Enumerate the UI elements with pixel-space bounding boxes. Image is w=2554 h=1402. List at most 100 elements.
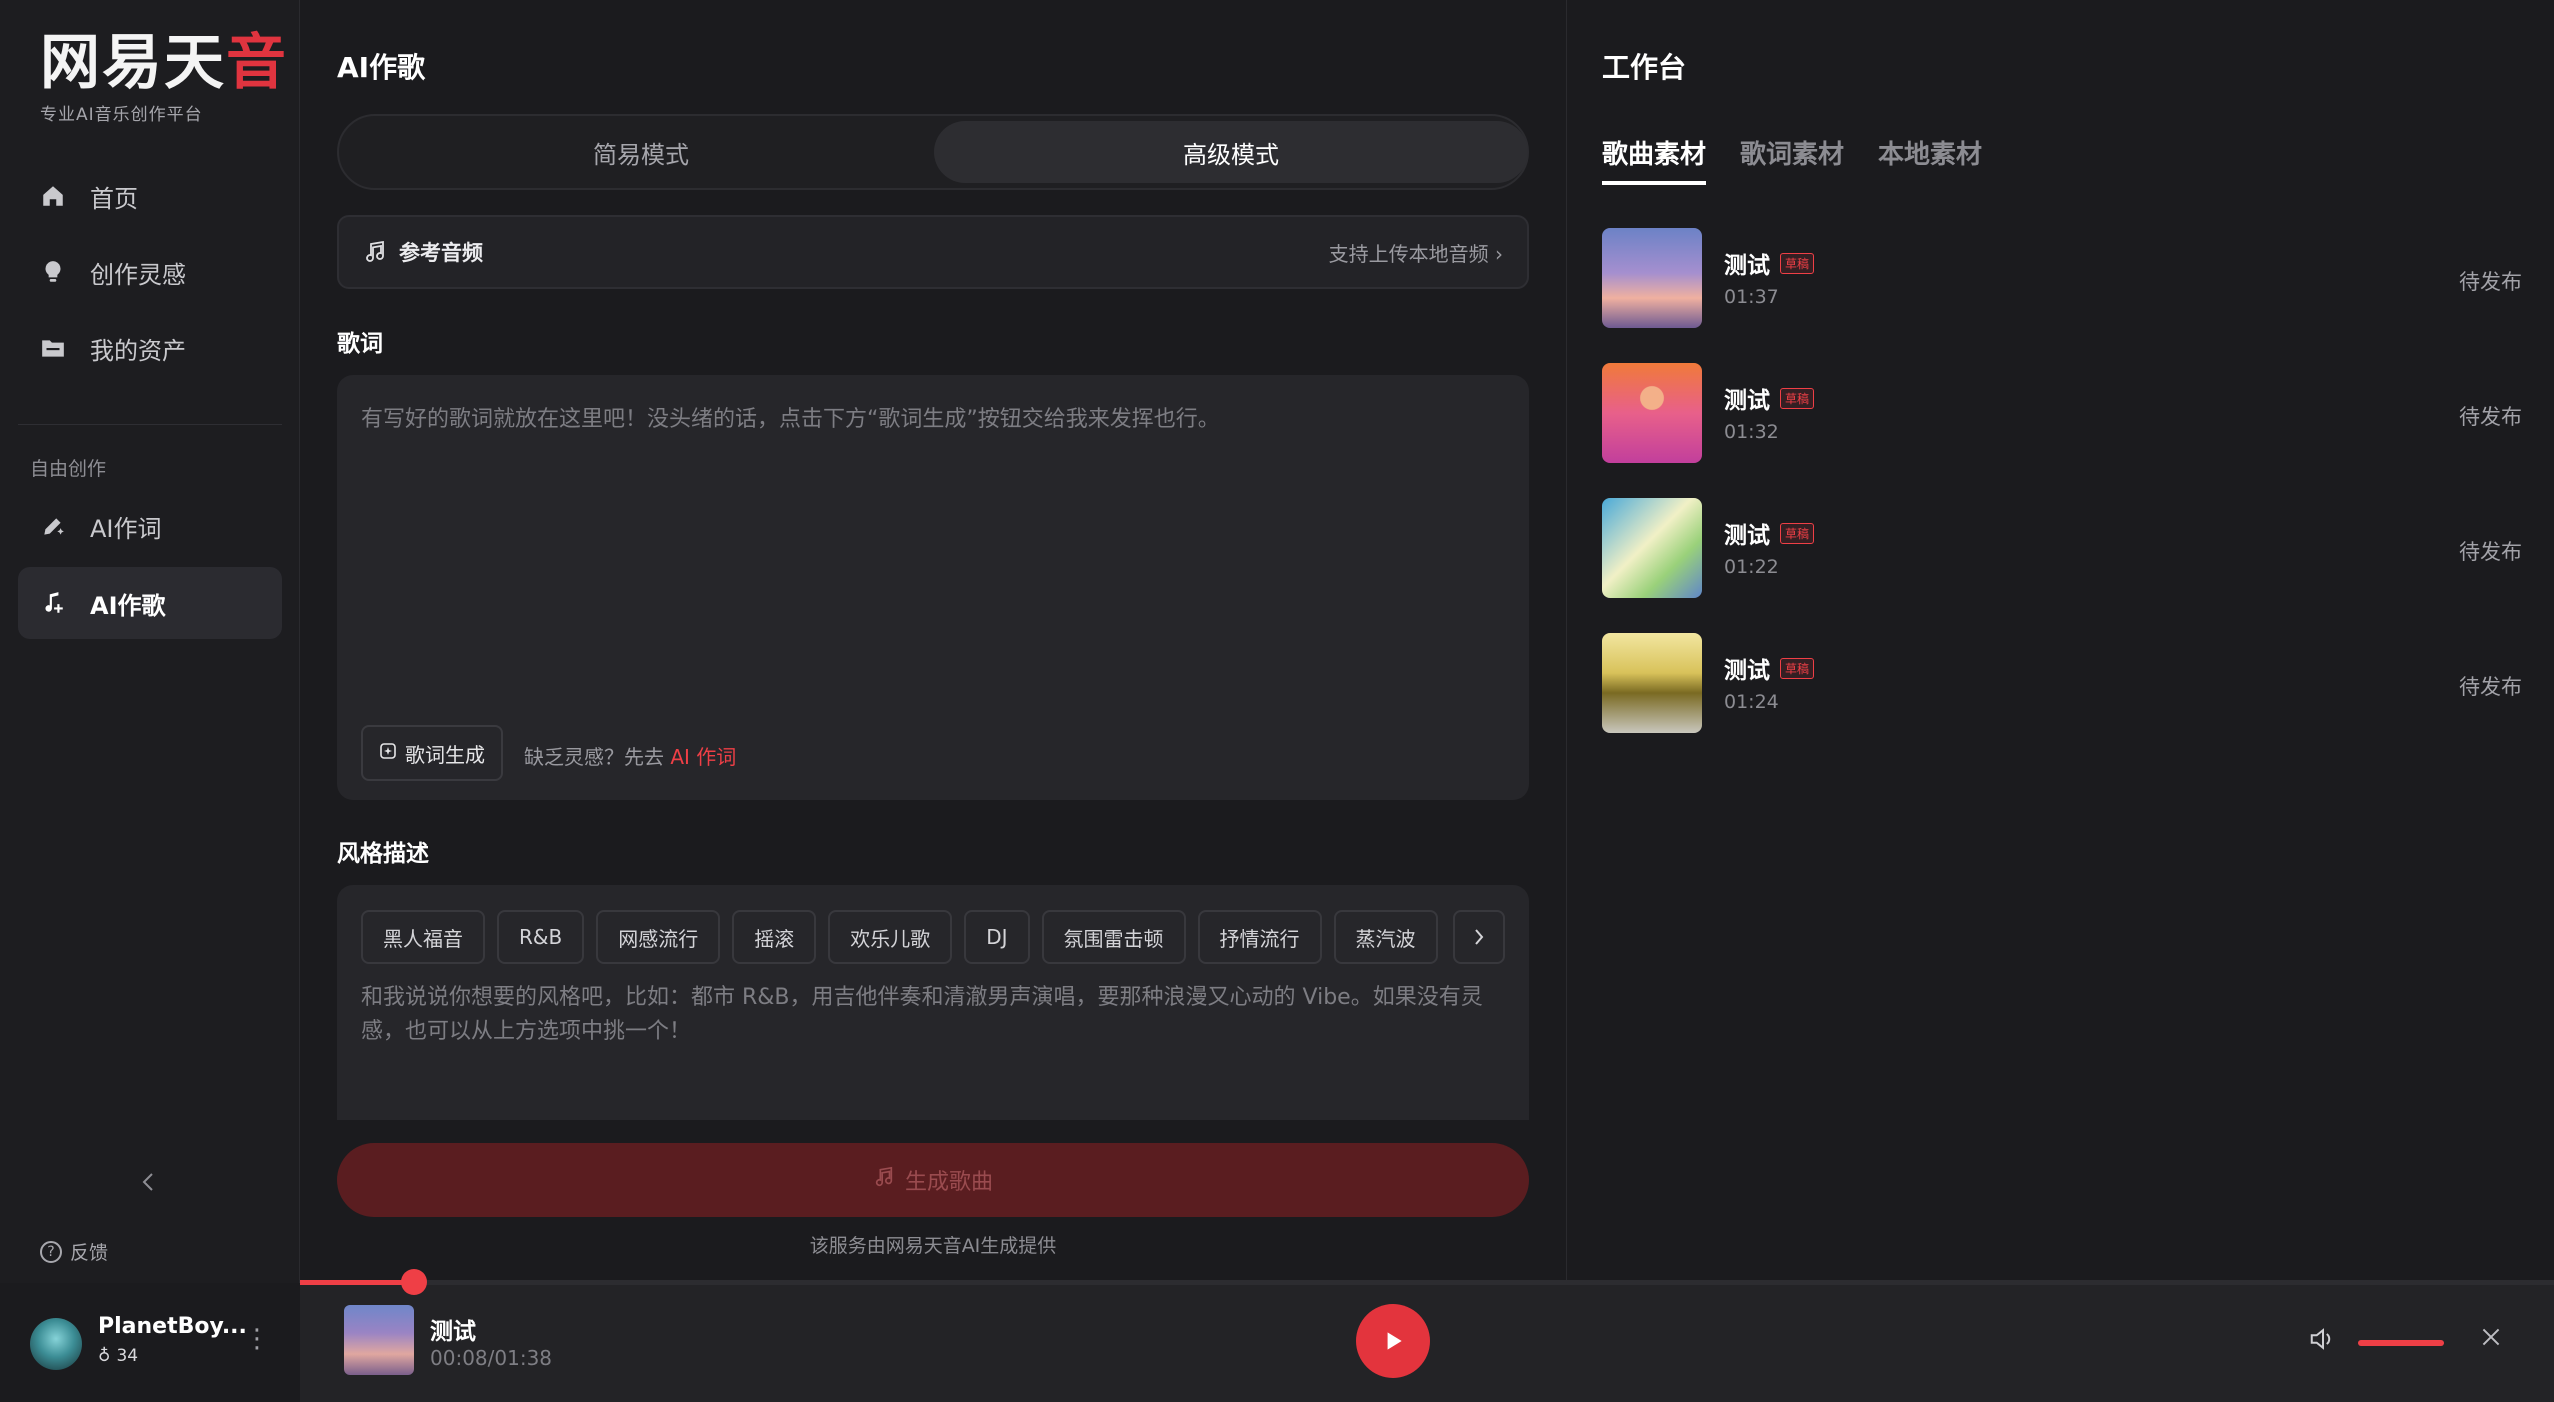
style-chip[interactable]: 欢乐儿歌 <box>828 910 953 964</box>
chevron-right-icon: › <box>1495 241 1503 266</box>
player-bar: 测试 00:08/01:38 <box>300 1283 2554 1402</box>
lyrics-title: 歌词 <box>337 331 383 357</box>
workspace-title: 工作台 <box>1602 51 1687 84</box>
folder-icon <box>38 333 68 363</box>
user-profile[interactable]: PlanetBoy... ♁ 34 ⋮ <box>0 1300 300 1400</box>
tab-song-materials[interactable]: 歌曲素材 <box>1602 134 1707 185</box>
chevron-left-icon <box>142 1173 153 1191</box>
style-chip[interactable]: 黑人福音 <box>361 910 485 964</box>
style-chip-list: 黑人福音 R&B 网感流行 摇滚 欢乐儿歌 DJ 氛围雷击顿 抒情流行 蒸汽波 <box>361 910 1505 964</box>
song-item[interactable]: 测试 草稿 01:24 待发布 <box>1602 633 2522 733</box>
mode-switch: 简易模式 高级模式 <box>337 114 1529 190</box>
style-chip[interactable]: 网感流行 <box>596 910 721 964</box>
play-icon <box>1387 1332 1402 1350</box>
song-title-row: 测试 草稿 <box>1724 651 1815 685</box>
lyrics-hint-text: 缺乏灵感？先去 <box>524 745 664 769</box>
player-time: 00:08/01:38 <box>430 1346 553 1370</box>
tab-advanced-mode[interactable]: 高级模式 <box>934 121 1528 183</box>
nav-item-ai-song[interactable]: AI作歌 <box>18 567 282 639</box>
brand-logo[interactable]: 网易天音 专业AI音乐创作平台 <box>40 30 288 125</box>
more-options-icon[interactable]: ⋮ <box>244 1324 270 1354</box>
song-status: 待发布 <box>2459 540 2522 564</box>
user-points: ♁ 34 <box>98 1346 138 1366</box>
song-item[interactable]: 测试 草稿 01:32 待发布 <box>1602 363 2522 463</box>
sidebar: 网易天音 专业AI音乐创作平台 首页 创作灵感 我的资产 自由创作 AI作词 A… <box>0 0 300 1283</box>
lyrics-generate-label: 歌词生成 <box>405 742 485 767</box>
nav-item-home[interactable]: 首页 <box>18 160 282 232</box>
tab-lyric-materials[interactable]: 歌词素材 <box>1740 134 1844 185</box>
ai-lyrics-link[interactable]: AI 作词 <box>670 745 736 769</box>
style-chip[interactable]: DJ <box>964 910 1030 964</box>
song-cover <box>1602 228 1702 328</box>
song-title-row: 测试 草稿 <box>1724 516 1815 550</box>
draft-badge: 草稿 <box>1780 252 1815 274</box>
draft-badge: 草稿 <box>1780 387 1815 409</box>
flame-icon: ♁ <box>98 1346 111 1366</box>
service-note: 该服务由网易天音AI生成提供 <box>809 1235 1057 1257</box>
song-cover <box>1602 633 1702 733</box>
nav-label: 我的资产 <box>90 336 186 365</box>
section-label: 自由创作 <box>30 458 107 480</box>
style-input[interactable]: 和我说说你想要的风格吧，比如：都市 R&B，用吉他伴奏和清澈男声演唱，要那种浪漫… <box>361 981 1511 1049</box>
song-status: 待发布 <box>2459 675 2522 699</box>
close-player-button[interactable] <box>2478 1324 2504 1354</box>
workspace-panel: 工作台 歌曲素材 歌词素材 本地素材 测试 草稿 01:37 待发布 测试 草稿… <box>1566 0 2554 1283</box>
lyrics-input[interactable]: 有写好的歌词就放在这里吧！没头绪的话，点击下方“歌词生成”按钮交给我来发挥也行。… <box>337 375 1529 800</box>
style-chip[interactable]: 摇滚 <box>732 910 817 964</box>
style-chip[interactable]: 抒情流行 <box>1197 910 1322 964</box>
points-value: 34 <box>116 1346 139 1366</box>
feedback-link[interactable]: ? 反馈 <box>40 1238 108 1265</box>
nav-item-ai-lyrics[interactable]: AI作词 <box>18 490 282 562</box>
reference-audio-hint[interactable]: 支持上传本地音频 › <box>1329 238 1503 267</box>
pen-sparkle-icon <box>38 511 68 541</box>
home-icon <box>38 181 68 211</box>
song-item[interactable]: 测试 草稿 01:22 待发布 <box>1602 498 2522 598</box>
reference-audio-row[interactable]: 参考音频 支持上传本地音频 › <box>337 215 1529 289</box>
music-note-plus-icon <box>38 588 68 618</box>
volume-level <box>2358 1340 2444 1346</box>
player-title: 测试 <box>430 1319 476 1345</box>
logo-tagline: 专业AI音乐创作平台 <box>40 105 203 125</box>
song-duration: 01:32 <box>1724 421 1779 443</box>
volume-icon[interactable] <box>2308 1324 2338 1358</box>
nav-item-assets[interactable]: 我的资产 <box>18 312 282 384</box>
lyrics-hint: 缺乏灵感？先去 AI 作词 <box>524 741 736 770</box>
song-title: 测试 <box>1724 388 1770 414</box>
draft-badge: 草稿 <box>1780 657 1815 679</box>
play-button[interactable] <box>1356 1304 1430 1378</box>
generate-song-label: 生成歌曲 <box>904 1170 993 1195</box>
playback-progress[interactable] <box>300 1269 2554 1295</box>
song-duration: 01:22 <box>1724 556 1779 578</box>
generate-song-button[interactable]: 生成歌曲 <box>337 1143 1529 1217</box>
sparkle-icon <box>379 741 397 765</box>
volume-slider[interactable] <box>2358 1340 2444 1346</box>
nav-label: AI作歌 <box>90 591 166 620</box>
song-title: 测试 <box>1724 658 1770 684</box>
reference-audio-label: 参考音频 <box>399 241 483 265</box>
collapse-sidebar-button[interactable] <box>138 1170 166 1198</box>
feedback-label: 反馈 <box>70 1242 109 1264</box>
avatar[interactable] <box>30 1318 82 1370</box>
nav-label: 首页 <box>90 184 138 213</box>
player-cover[interactable] <box>344 1305 414 1375</box>
tab-local-materials[interactable]: 本地素材 <box>1878 134 1982 185</box>
lyrics-generate-button[interactable]: 歌词生成 <box>361 725 503 781</box>
lyrics-placeholder: 有写好的歌词就放在这里吧！没头绪的话，点击下方“歌词生成”按钮交给我来发挥也行。 <box>361 407 1220 432</box>
user-name: PlanetBoy... <box>98 1314 247 1339</box>
song-cover <box>1602 363 1702 463</box>
page-title: AI作歌 <box>337 51 426 84</box>
chips-next-button[interactable] <box>1453 910 1505 964</box>
nav-item-inspiration[interactable]: 创作灵感 <box>18 236 282 308</box>
style-chip[interactable]: R&B <box>497 910 585 964</box>
music-note-icon <box>873 1166 895 1194</box>
logo-text: 网易天音 <box>40 28 288 98</box>
song-item[interactable]: 测试 草稿 01:37 待发布 <box>1602 228 2522 328</box>
song-title: 测试 <box>1724 253 1770 279</box>
tab-simple-mode[interactable]: 简易模式 <box>344 121 938 183</box>
style-title: 风格描述 <box>337 841 429 867</box>
progress-handle[interactable] <box>400 1269 427 1295</box>
song-cover <box>1602 498 1702 598</box>
style-chip[interactable]: 氛围雷击顿 <box>1041 910 1186 964</box>
nav-label: AI作词 <box>90 514 162 543</box>
style-chip[interactable]: 蒸汽波 <box>1333 910 1438 964</box>
